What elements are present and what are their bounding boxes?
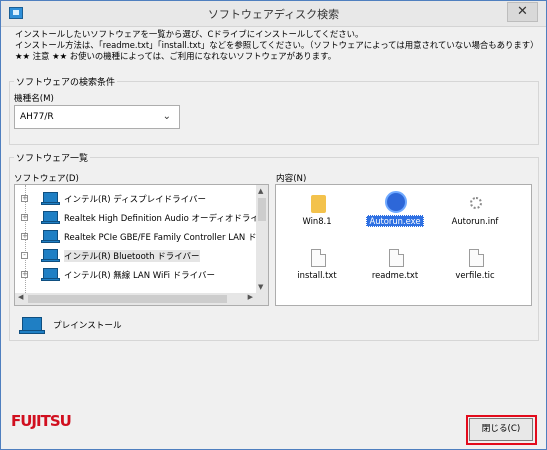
horizontal-scrollbar[interactable]: ◀ ▶ (15, 293, 256, 305)
settings-file-icon (470, 197, 482, 209)
software-tree[interactable]: + インテル(R) ディスプレイドライバー + Realtek High Def… (14, 184, 269, 306)
software-item-realtek-lan[interactable]: + Realtek PCIe GBE/FE Family Controller … (15, 228, 257, 246)
expand-icon[interactable]: + (21, 195, 28, 202)
window-title: ソフトウェアディスク検索 (207, 8, 340, 21)
software-item-wireless-lan[interactable]: + インテル(R) 無線 LAN WiFi ドライバー (15, 266, 257, 284)
wireless-icon (385, 191, 407, 213)
expand-icon[interactable]: + (21, 233, 28, 240)
monitor-device-icon (41, 211, 60, 224)
collapse-icon[interactable]: - (21, 252, 28, 259)
text-file-icon (469, 249, 484, 267)
file-item-win81[interactable]: Win8.1 (278, 190, 356, 238)
model-select[interactable]: AH77/R ⌄ (14, 105, 180, 129)
software-disk-search-window: ソフトウェアディスク検索 ✕ インストールしたいソフトウェアを一覧から選び、Cド… (0, 0, 547, 450)
model-value: AH77/R (20, 112, 54, 122)
file-name: Autorun.inf (451, 216, 499, 226)
chevron-down-icon: ⌄ (162, 111, 171, 122)
close-button[interactable]: 閉じる(C) (469, 418, 533, 441)
file-name: install.txt (297, 270, 337, 280)
file-item-readme-txt[interactable]: readme.txt (356, 244, 434, 292)
software-item-label: Realtek PCIe GBE/FE Family Controller LA… (64, 233, 257, 243)
contents-label: 内容(N) (276, 174, 307, 184)
horizontal-scroll-thumb[interactable] (28, 295, 227, 303)
vertical-scroll-thumb[interactable] (258, 198, 266, 221)
scroll-right-icon[interactable]: ▶ (248, 293, 253, 301)
close-icon[interactable]: ✕ (507, 2, 538, 22)
file-name: readme.txt (371, 270, 419, 280)
monitor-device-icon (19, 317, 45, 334)
software-item-realtek-audio[interactable]: + Realtek High Definition Audio オーディオドライ (15, 209, 259, 227)
file-name: verfile.tic (455, 270, 495, 280)
scroll-up-icon[interactable]: ▲ (258, 187, 263, 195)
file-item-verfile-tic[interactable]: verfile.tic (436, 244, 514, 292)
monitor-device-icon (41, 192, 60, 205)
software-list-label: ソフトウェア一覧 (14, 151, 91, 164)
expand-icon[interactable]: + (21, 271, 28, 278)
expand-icon[interactable]: + (21, 214, 28, 221)
title-bar: ソフトウェアディスク検索 ✕ (1, 1, 546, 27)
fujitsu-logo: FUJITSU (11, 412, 72, 430)
text-file-icon (311, 249, 326, 267)
monitor-device-icon (41, 268, 60, 281)
software-label: ソフトウェア(D) (14, 174, 79, 184)
preinstall-label: プレインストール (53, 321, 122, 331)
software-item-display-driver[interactable]: + インテル(R) ディスプレイドライバー (15, 190, 257, 208)
file-item-autorun-inf[interactable]: Autorun.inf (436, 190, 514, 238)
file-name: Win8.1 (302, 216, 332, 226)
instruction-line-2: インストール方法は、「readme.txt」「install.txt」などを参照… (15, 40, 539, 50)
file-item-autorun-exe[interactable]: Autorun.exe (356, 190, 434, 238)
file-name: Autorun.exe (366, 215, 424, 227)
monitor-device-icon (41, 230, 60, 243)
software-item-label: インテル(R) Bluetooth ドライバー (64, 250, 200, 262)
folder-icon (311, 195, 326, 213)
scroll-left-icon[interactable]: ◀ (18, 293, 23, 301)
text-file-icon (389, 249, 404, 267)
software-item-label: インテル(R) 無線 LAN WiFi ドライバー (64, 271, 215, 281)
scroll-down-icon[interactable]: ▼ (258, 283, 263, 291)
instruction-line-3: ★★ 注意 ★★ お使いの機種によっては、ご利用になれないソフトウェアがあります… (15, 51, 337, 61)
instructions: インストールしたいソフトウェアを一覧から選び、Cドライブにインストールしてくださ… (15, 29, 539, 62)
monitor-device-icon (41, 249, 60, 262)
software-item-label: Realtek High Definition Audio オーディオドライ (64, 214, 259, 224)
vertical-scrollbar[interactable]: ▲ ▼ (256, 185, 268, 305)
software-item-bluetooth[interactable]: - インテル(R) Bluetooth ドライバー (15, 247, 257, 265)
model-label: 機種名(M) (14, 94, 54, 104)
software-item-label: インテル(R) ディスプレイドライバー (64, 195, 206, 205)
instruction-line-1: インストールしたいソフトウェアを一覧から選び、Cドライブにインストールしてくださ… (15, 29, 364, 39)
search-conditions-label: ソフトウェアの検索条件 (14, 75, 118, 88)
file-item-install-txt[interactable]: install.txt (278, 244, 356, 292)
contents-file-list[interactable]: Win8.1 Autorun.exe Autorun.inf install.t… (275, 184, 532, 306)
